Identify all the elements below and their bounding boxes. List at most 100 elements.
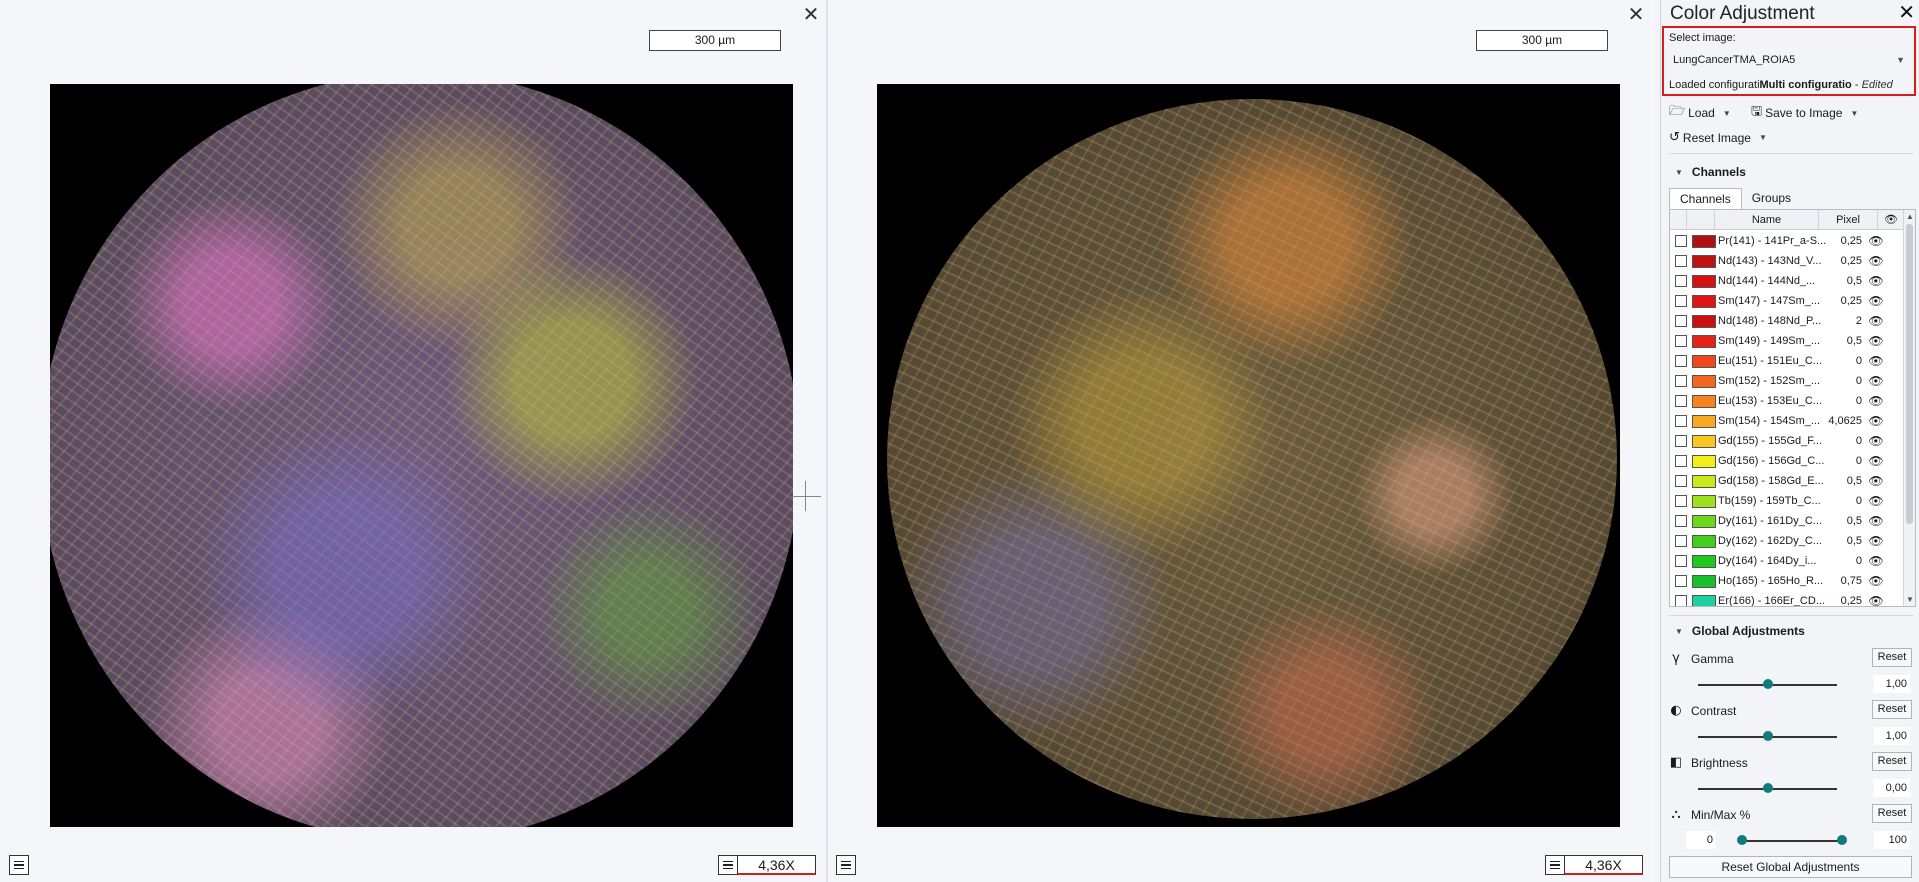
channel-color-swatch[interactable] [1692,254,1716,268]
channel-row[interactable]: Sm(147) - 147Sm_... 0,25 👁 [1670,291,1904,311]
visibility-eye-icon[interactable]: 👁 [1864,294,1888,308]
channel-row[interactable]: Nd(143) - 143Nd_V... 0,25 👁 [1670,251,1904,271]
channel-pixel-value[interactable]: 0,5 [1826,515,1864,527]
channel-row[interactable]: Eu(151) - 151Eu_C... 0 👁 [1670,351,1904,371]
load-dropdown-chevron-icon[interactable]: ▼ [1723,109,1731,118]
scroll-down-icon[interactable]: ▼ [1904,595,1915,604]
channel-pixel-value[interactable]: 0,25 [1826,595,1864,606]
zoom-left-menu-icon[interactable] [718,855,738,875]
channel-pixel-value[interactable]: 2 [1826,315,1864,327]
visibility-eye-icon[interactable]: 👁 [1864,494,1888,508]
channels-scrollbar[interactable]: ▲ ▼ [1903,210,1915,606]
visibility-eye-icon[interactable]: 👁 [1864,314,1888,328]
save-to-image-button[interactable]: 🖫 Save to Image ▼ [1751,102,1858,124]
channel-color-swatch[interactable] [1692,414,1716,428]
minmax-range-track[interactable] [1742,840,1842,842]
visibility-eye-icon[interactable]: 👁 [1864,374,1888,388]
channel-color-swatch[interactable] [1692,554,1716,568]
visibility-eye-icon[interactable]: 👁 [1864,454,1888,468]
header-name[interactable]: Name [1715,210,1819,230]
save-dropdown-chevron-icon[interactable]: ▼ [1850,109,1858,118]
close-panel-icon[interactable]: ✕ [1898,0,1915,24]
min-range-thumb[interactable] [1737,835,1747,845]
channel-color-swatch[interactable] [1692,314,1716,328]
zoom-right-menu-icon[interactable] [1545,855,1565,875]
viewer-left-menu-icon[interactable] [9,855,29,875]
channel-row[interactable]: Gd(155) - 155Gd_F... 0 👁 [1670,431,1904,451]
channel-pixel-value[interactable]: 0 [1826,375,1864,387]
visibility-eye-icon[interactable]: 👁 [1864,554,1888,568]
channel-pixel-value[interactable]: 0,25 [1826,255,1864,267]
channel-row[interactable]: Dy(164) - 164Dy_i... 0 👁 [1670,551,1904,571]
channel-pixel-value[interactable]: 0 [1826,495,1864,507]
channel-pixel-value[interactable]: 0,5 [1826,275,1864,287]
contrast-slider-thumb[interactable] [1762,731,1773,741]
channel-pixel-value[interactable]: 0,5 [1826,475,1864,487]
reset-global-adjustments-button[interactable]: Reset Global Adjustments [1669,856,1912,878]
channel-checkbox[interactable] [1675,415,1687,427]
viewer-right[interactable]: ✕ 300 µm 4,36X [828,0,1655,882]
visibility-eye-icon[interactable]: 👁 [1864,254,1888,268]
channel-color-swatch[interactable] [1692,454,1716,468]
reset-brightness-button[interactable]: Reset [1872,752,1912,771]
scroll-up-icon[interactable]: ▲ [1904,212,1915,221]
channel-row[interactable]: Gd(156) - 156Gd_C... 0 👁 [1670,451,1904,471]
gamma-slider-thumb[interactable] [1762,679,1773,689]
channel-checkbox[interactable] [1675,355,1687,367]
channel-color-swatch[interactable] [1692,394,1716,408]
visibility-eye-icon[interactable]: 👁 [1864,234,1888,248]
max-percent-value[interactable]: 100 [1874,831,1910,849]
reset-dropdown-chevron-icon[interactable]: ▼ [1759,133,1767,142]
visibility-eye-icon[interactable]: 👁 [1864,514,1888,528]
channel-row[interactable]: Pr(141) - 141Pr_a-S... 0,25 👁 [1670,231,1904,251]
zoom-level-right[interactable]: 4,36X [1565,855,1643,875]
channel-row[interactable]: Ho(165) - 165Ho_R... 0,75 👁 [1670,571,1904,591]
reset-minmax-button[interactable]: Reset [1872,804,1912,823]
channel-pixel-value[interactable]: 0 [1826,555,1864,567]
channel-checkbox[interactable] [1675,535,1687,547]
visibility-eye-icon[interactable]: 👁 [1864,534,1888,548]
channel-pixel-value[interactable]: 4,0625 [1826,415,1864,427]
channel-pixel-value[interactable]: 0,75 [1826,575,1864,587]
header-visibility-eye-icon[interactable]: 👁 [1878,210,1904,230]
channel-row[interactable]: Sm(154) - 154Sm_... 4,0625 👁 [1670,411,1904,431]
channel-checkbox[interactable] [1675,475,1687,487]
channels-section-header[interactable]: ▼ Channels [1675,165,1746,179]
channel-pixel-value[interactable]: 0 [1826,395,1864,407]
load-button[interactable]: 🗁 Load ▼ [1669,102,1731,124]
channel-color-swatch[interactable] [1692,474,1716,488]
close-viewer-right-icon[interactable]: ✕ [1625,4,1647,26]
visibility-eye-icon[interactable]: 👁 [1864,434,1888,448]
channel-checkbox[interactable] [1675,395,1687,407]
contrast-value[interactable]: 1,00 [1874,727,1910,745]
channel-color-swatch[interactable] [1692,434,1716,448]
channel-checkbox[interactable] [1675,595,1687,606]
channel-checkbox[interactable] [1675,295,1687,307]
channel-checkbox[interactable] [1675,275,1687,287]
image-select-dropdown[interactable]: LungCancerTMA_ROIA5 ▼ [1669,50,1909,70]
channel-checkbox[interactable] [1675,455,1687,467]
channel-checkbox[interactable] [1675,255,1687,267]
channel-color-swatch[interactable] [1692,534,1716,548]
channel-row[interactable]: Gd(158) - 158Gd_E... 0,5 👁 [1670,471,1904,491]
reset-gamma-button[interactable]: Reset [1872,648,1912,667]
reset-contrast-button[interactable]: Reset [1872,700,1912,719]
channel-checkbox[interactable] [1675,335,1687,347]
channel-row[interactable]: Er(166) - 166Er_CD... 0,25 👁 [1670,591,1904,606]
channel-pixel-value[interactable]: 0 [1826,355,1864,367]
tab-channels[interactable]: Channels [1669,188,1742,209]
visibility-eye-icon[interactable]: 👁 [1864,474,1888,488]
scrollbar-thumb[interactable] [1906,224,1913,524]
global-adjustments-section-header[interactable]: ▼ Global Adjustments [1675,624,1805,638]
zoom-level-left[interactable]: 4,36X [738,855,816,875]
gamma-value[interactable]: 1,00 [1874,675,1910,693]
channel-row[interactable]: Nd(144) - 144Nd_... 0,5 👁 [1670,271,1904,291]
channel-color-swatch[interactable] [1692,334,1716,348]
channel-color-swatch[interactable] [1692,514,1716,528]
channel-row[interactable]: Tb(159) - 159Tb_C... 0 👁 [1670,491,1904,511]
channel-checkbox[interactable] [1675,555,1687,567]
reset-image-button[interactable]: ↺ Reset Image ▼ [1669,130,1767,145]
channel-color-swatch[interactable] [1692,374,1716,388]
visibility-eye-icon[interactable]: 👁 [1864,394,1888,408]
channel-color-swatch[interactable] [1692,274,1716,288]
